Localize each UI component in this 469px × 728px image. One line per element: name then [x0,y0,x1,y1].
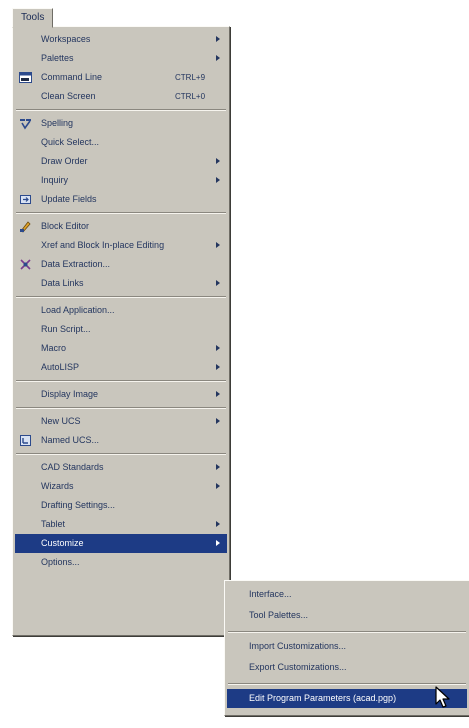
menu-item-palettes[interactable]: Palettes [15,49,227,68]
menu-item-update-fields[interactable]: Update Fields [15,190,227,209]
submenu-arrow-icon [216,55,220,61]
submenu-item-label: Interface... [249,589,292,599]
menu-item-shortcut: CTRL+9 [175,73,206,82]
block-editor-icon [20,221,31,233]
menu-item-inquiry[interactable]: Inquiry [15,171,227,190]
menu-item-workspaces[interactable]: Workspaces [15,30,227,49]
menu-item-label: AutoLISP [41,362,80,372]
command-line-icon [19,72,32,83]
tools-menu: Workspaces Palettes Command Line CTRL+9 … [12,26,230,636]
menu-separator [16,109,226,111]
submenu-arrow-icon [216,36,220,42]
submenu-item-interface[interactable]: Interface... [227,585,467,604]
menu-item-label: Load Application... [41,305,115,315]
menu-item-label: Xref and Block In-place Editing [41,240,165,250]
menu-item-named-ucs[interactable]: Named UCS... [15,431,227,450]
menu-item-display-image[interactable]: Display Image [15,385,227,404]
menu-item-macro[interactable]: Macro [15,339,227,358]
submenu-item-tool-palettes[interactable]: Tool Palettes... [227,606,467,625]
submenu-item-label: Edit Program Parameters (acad.pgp) [249,693,397,703]
submenu-item-edit-program-parameters[interactable]: Edit Program Parameters (acad.pgp) [227,689,467,708]
menu-item-cad-standards[interactable]: CAD Standards [15,458,227,477]
menu-item-label: Drafting Settings... [41,500,116,510]
menu-item-label: Options... [41,557,80,567]
submenu-item-label: Tool Palettes... [249,610,309,620]
menu-item-autolisp[interactable]: AutoLISP [15,358,227,377]
menu-item-wizards[interactable]: Wizards [15,477,227,496]
menu-separator [16,407,226,409]
menu-item-label: Named UCS... [41,435,100,445]
menu-item-run-script[interactable]: Run Script... [15,320,227,339]
submenu-arrow-icon [216,177,220,183]
menu-item-label: Customize [41,538,84,548]
menu-separator [16,453,226,455]
menu-item-label: CAD Standards [41,462,104,472]
submenu-arrow-icon [216,364,220,370]
menu-item-draw-order[interactable]: Draw Order [15,152,227,171]
menu-item-label: Display Image [41,389,99,399]
menu-item-command-line[interactable]: Command Line CTRL+9 [15,68,227,87]
menu-item-drafting-settings[interactable]: Drafting Settings... [15,496,227,515]
menu-item-label: Wizards [41,481,74,491]
submenu-arrow-icon [216,418,220,424]
menu-item-label: Spelling [41,118,74,128]
menu-item-label: Palettes [41,53,74,63]
menu-item-block-editor[interactable]: Block Editor [15,217,227,236]
menu-item-clean-screen[interactable]: Clean Screen CTRL+0 [15,87,227,106]
submenu-arrow-icon [216,345,220,351]
menu-item-label: Workspaces [41,34,91,44]
submenu-arrow-icon [216,280,220,286]
menu-item-quick-select[interactable]: Quick Select... [15,133,227,152]
menu-item-options[interactable]: Options... [15,553,227,572]
submenu-arrow-icon [216,540,220,546]
submenu-arrow-icon [216,158,220,164]
menu-item-data-links[interactable]: Data Links [15,274,227,293]
menu-item-label: Block Editor [41,221,90,231]
menu-separator [228,631,466,633]
menu-item-data-extraction[interactable]: Data Extraction... [15,255,227,274]
menu-item-shortcut: CTRL+0 [175,92,206,101]
submenu-item-label: Import Customizations... [249,641,347,651]
update-fields-icon [20,195,31,204]
submenu-arrow-icon [216,521,220,527]
menu-item-label: Inquiry [41,175,69,185]
menu-item-label: Quick Select... [41,137,100,147]
menu-item-spelling[interactable]: Spelling [15,114,227,133]
menu-item-label: Update Fields [41,194,97,204]
customize-submenu: Interface... Tool Palettes... Import Cus… [224,580,469,716]
menu-separator [16,212,226,214]
tools-menu-title[interactable]: Tools [12,8,54,28]
submenu-item-export-customizations[interactable]: Export Customizations... [227,658,467,677]
menu-item-label: Data Links [41,278,84,288]
menu-separator [16,296,226,298]
menu-item-customize[interactable]: Customize [15,534,227,553]
menu-separator [16,380,226,382]
submenu-arrow-icon [216,464,220,470]
menu-item-label: Macro [41,343,67,353]
named-ucs-icon [20,435,31,446]
menu-item-label: New UCS [41,416,81,426]
menu-item-tablet[interactable]: Tablet [15,515,227,534]
spelling-icon [20,119,31,130]
submenu-arrow-icon [216,483,220,489]
menu-separator [228,683,466,685]
menu-item-label: Data Extraction... [41,259,111,269]
menu-item-new-ucs[interactable]: New UCS [15,412,227,431]
data-extraction-icon [20,259,31,270]
menu-item-load-application[interactable]: Load Application... [15,301,227,320]
submenu-item-import-customizations[interactable]: Import Customizations... [227,637,467,656]
menu-item-label: Tablet [41,519,66,529]
menu-item-label: Draw Order [41,156,88,166]
menu-item-xref-block-in-place-editing[interactable]: Xref and Block In-place Editing [15,236,227,255]
mouse-pointer-icon [435,686,450,708]
submenu-arrow-icon [216,391,220,397]
submenu-item-label: Export Customizations... [249,662,347,672]
screenshot-stage: Tools Workspaces Palettes Command Line C… [0,0,469,728]
menu-item-label: Clean Screen [41,91,96,101]
submenu-arrow-icon [216,242,220,248]
menu-item-label: Command Line [41,72,103,82]
menu-item-label: Run Script... [41,324,91,334]
